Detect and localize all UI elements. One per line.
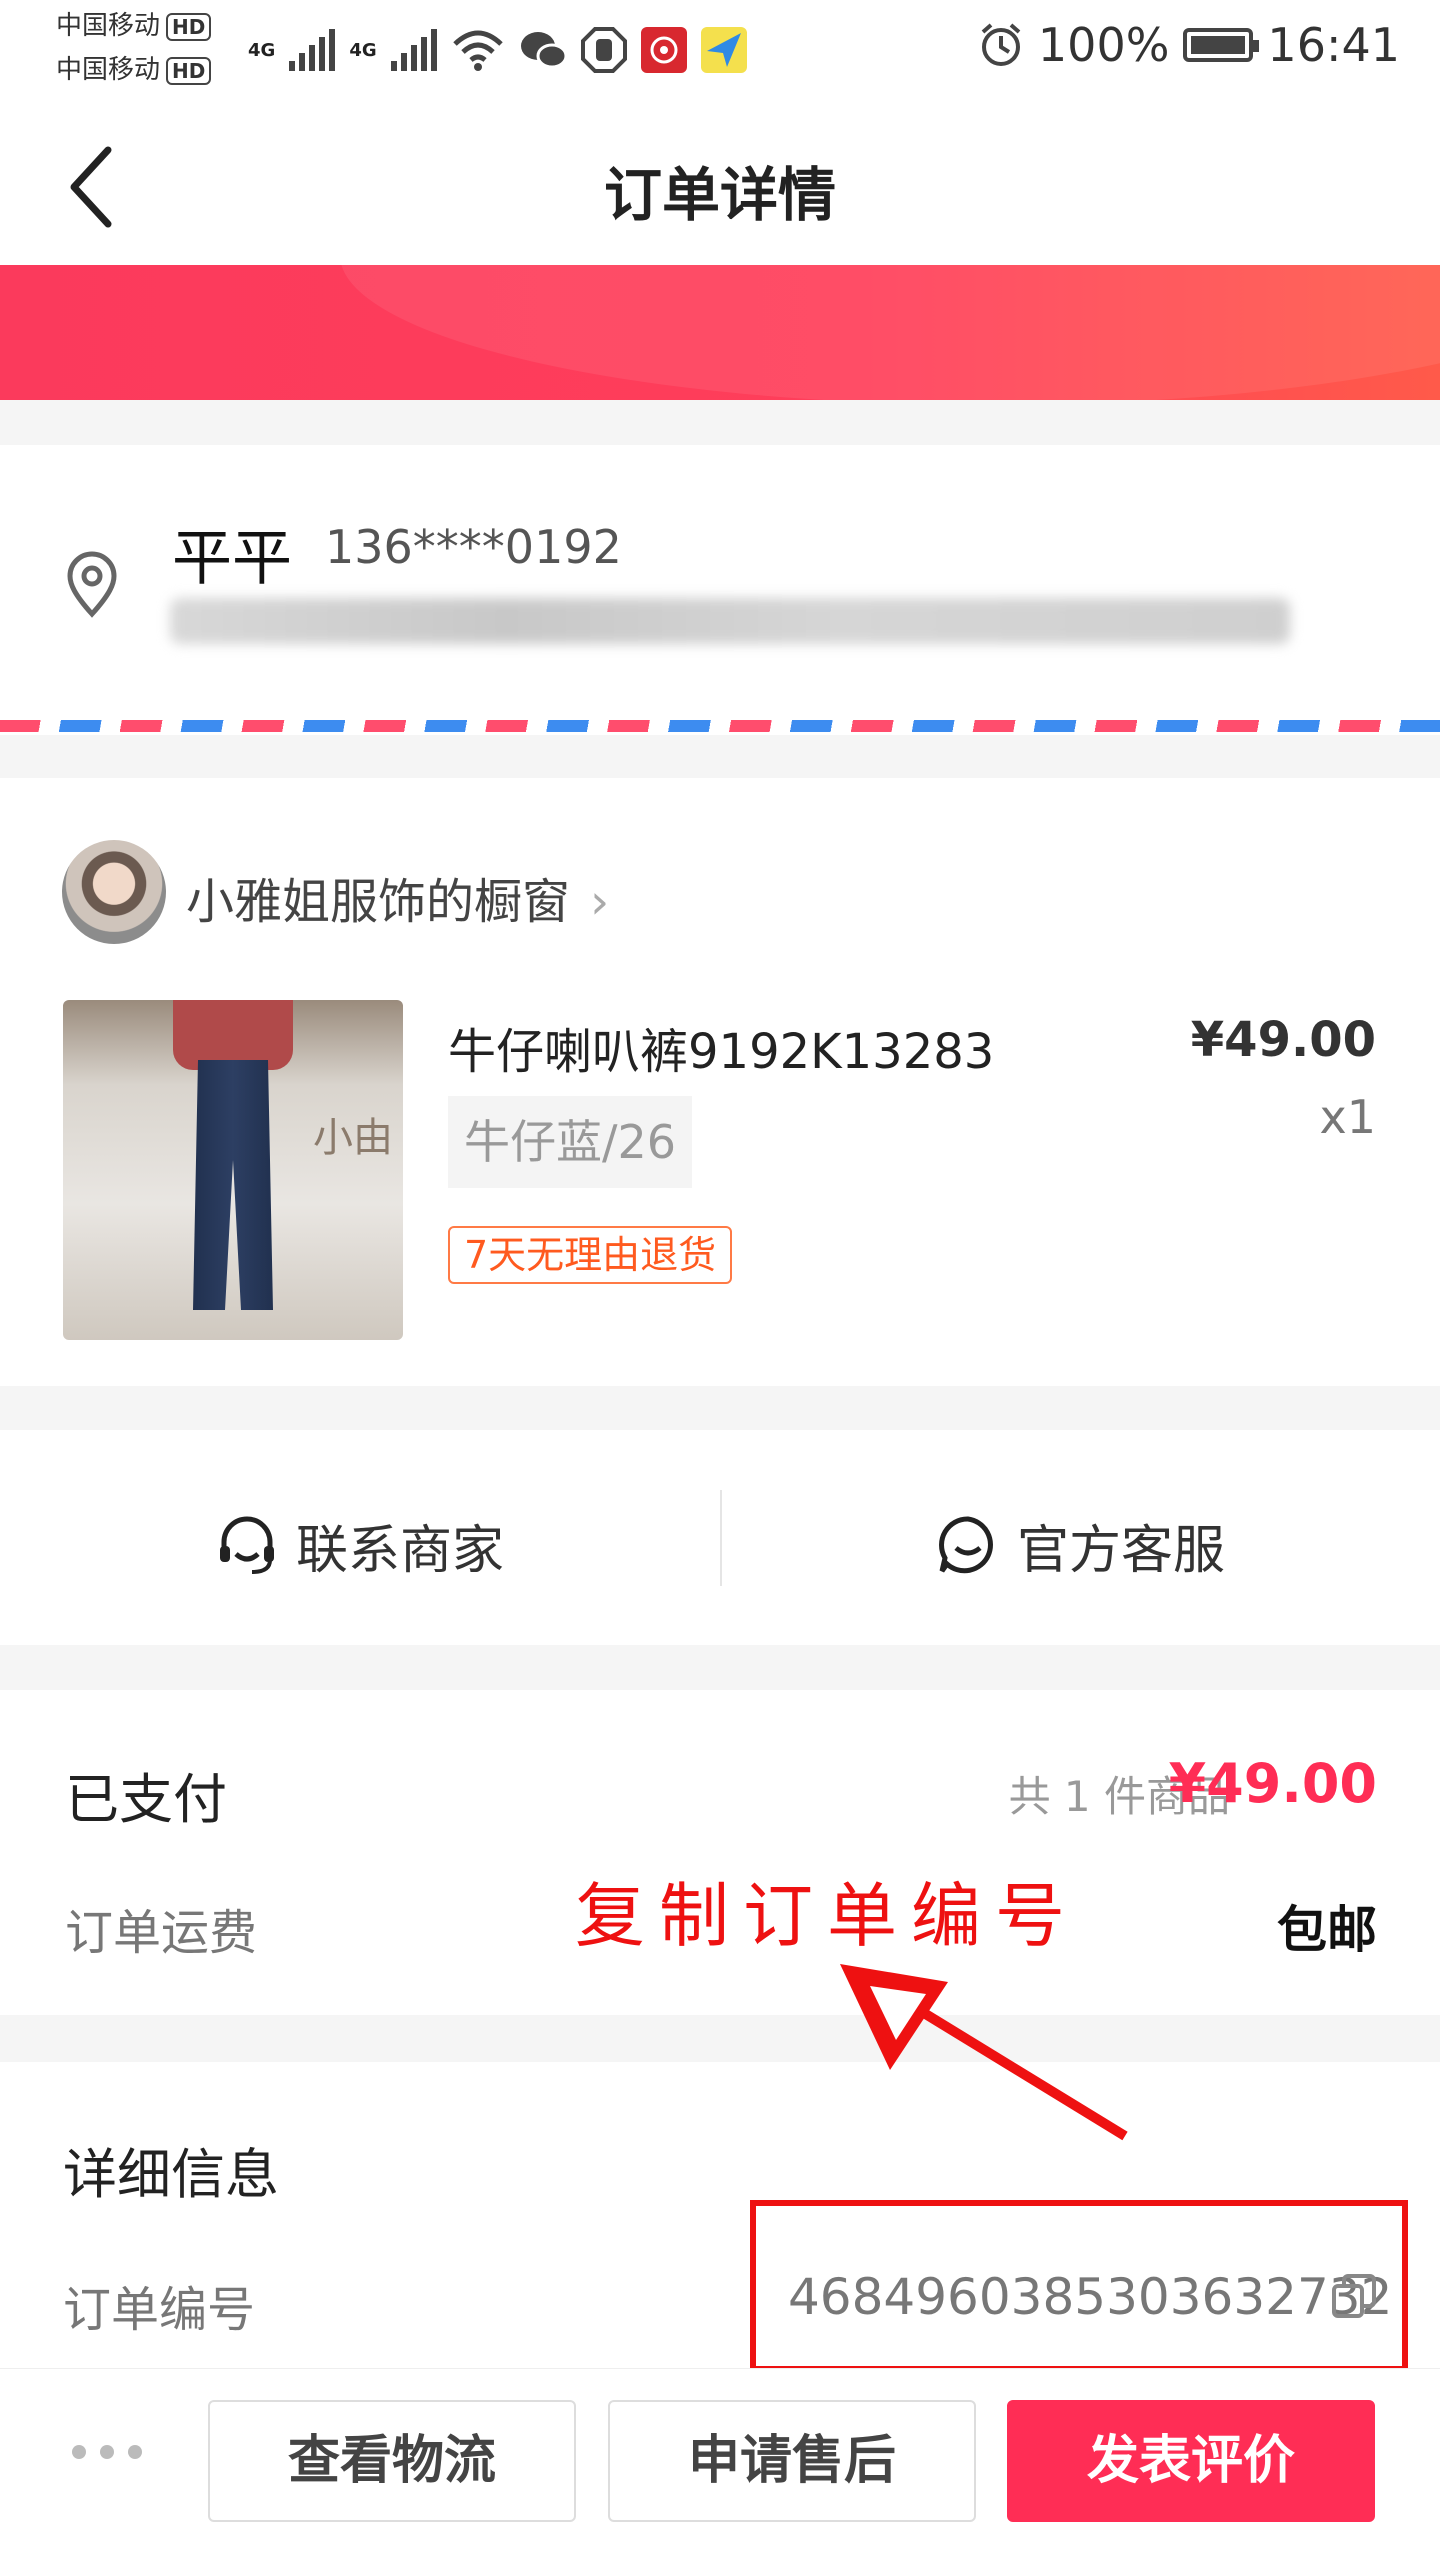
carrier-1: 中国移动 HD <box>56 8 212 44</box>
battery-icon <box>1183 28 1260 62</box>
signal-icon <box>289 29 336 71</box>
return-policy-tag: 7天无理由退货 <box>448 1226 733 1284</box>
freight-label: 订单运费 <box>65 1905 258 1961</box>
airmail-stripe <box>0 720 1440 732</box>
payment-card <box>0 1690 1440 2015</box>
official-service-button[interactable]: 官方客服 <box>722 1490 1440 1600</box>
product-price: ¥49.00 <box>1190 1012 1376 1068</box>
shop-avatar[interactable] <box>62 840 166 944</box>
nav-header: 订单详情 <box>0 100 1440 265</box>
more-icon[interactable] <box>72 2445 142 2459</box>
details-title: 详细信息 <box>63 2143 279 2206</box>
clock: 16:41 <box>1267 18 1400 72</box>
status-right: 100% 16:41 <box>978 18 1400 72</box>
order-number-label: 订单编号 <box>63 2282 256 2338</box>
signal-icon <box>390 29 437 71</box>
freight-value: 包邮 <box>1277 1901 1377 1959</box>
status-icons: 4G 4G <box>248 22 747 78</box>
annotation-arrow-icon <box>840 1964 1128 2141</box>
annotation-highlight-box <box>750 2200 1408 2372</box>
payment-status: 已支付 <box>65 1768 227 1831</box>
hand-icon <box>580 27 627 73</box>
status-banner <box>0 265 1440 400</box>
view-logistics-button[interactable]: 查看物流 <box>208 2400 576 2522</box>
chevron-right-icon: › <box>590 874 610 930</box>
product-title[interactable]: 牛仔喇叭裤9192K13283 <box>448 1012 994 1082</box>
contact-merchant-button[interactable]: 联系商家 <box>0 1490 720 1600</box>
wifi-icon <box>452 30 503 71</box>
product-image[interactable]: 小由 <box>63 1000 403 1340</box>
hd-badge: HD <box>166 12 212 41</box>
carrier-2: 中国移动 HD <box>56 52 212 88</box>
address-blurred <box>170 598 1290 644</box>
product-qty: x1 <box>1319 1090 1377 1144</box>
shop-name-link[interactable]: 小雅姐服饰的橱窗 › <box>186 862 609 932</box>
app-map-icon <box>700 27 747 73</box>
location-pin-icon <box>67 551 117 618</box>
battery-percent: 100% <box>1037 18 1170 72</box>
order-total: ¥49.00 <box>1168 1752 1377 1815</box>
wechat-icon <box>520 32 567 69</box>
annotation-text: 复制订单编号 <box>575 1875 1079 1957</box>
recipient-name: 平平 <box>172 524 292 594</box>
service-chat-icon <box>939 1516 993 1574</box>
product-spec: 牛仔蓝/26 <box>448 1096 693 1188</box>
alarm-icon <box>981 23 1021 66</box>
write-review-button[interactable]: 发表评价 <box>1007 2400 1375 2522</box>
status-bar: 中国移动 HD 中国移动 HD 4G 4G 100% 16:41 <box>0 0 1440 100</box>
page-title: 订单详情 <box>603 161 836 229</box>
recipient-phone: 136****0192 <box>325 520 622 574</box>
after-sale-button[interactable]: 申请售后 <box>608 2400 976 2522</box>
app-red-icon <box>640 27 687 73</box>
headset-icon <box>219 1516 274 1574</box>
back-button[interactable] <box>60 142 130 232</box>
hd-badge: HD <box>166 56 212 85</box>
